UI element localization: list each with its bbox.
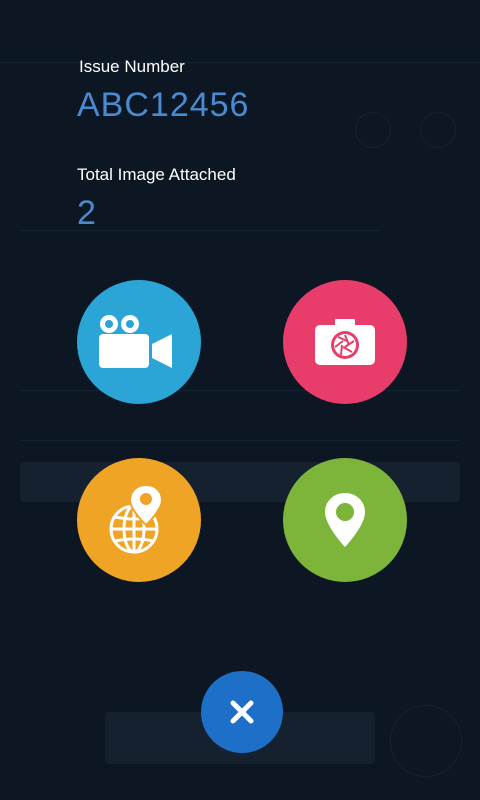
- location-button[interactable]: [283, 458, 407, 582]
- video-camera-icon: [99, 315, 172, 368]
- images-attached-value: 2: [77, 194, 97, 232]
- photo-camera-icon: [315, 319, 375, 365]
- close-button[interactable]: [201, 671, 283, 753]
- globe-pin-icon: [109, 483, 164, 554]
- issue-number-value: ABC12456: [77, 86, 250, 124]
- images-attached-label: Total Image Attached: [77, 165, 236, 184]
- map-pin-icon: [325, 493, 365, 547]
- issue-number-label: Issue Number: [79, 57, 185, 76]
- screen: Issue Number ABC12456 Total Image Attach…: [0, 0, 480, 800]
- geo-tag-button[interactable]: [77, 458, 201, 582]
- close-icon: [230, 700, 254, 724]
- record-video-button[interactable]: [77, 280, 201, 404]
- attachment-overlay: Issue Number ABC12456 Total Image Attach…: [0, 0, 480, 800]
- take-photo-button[interactable]: [283, 280, 407, 404]
